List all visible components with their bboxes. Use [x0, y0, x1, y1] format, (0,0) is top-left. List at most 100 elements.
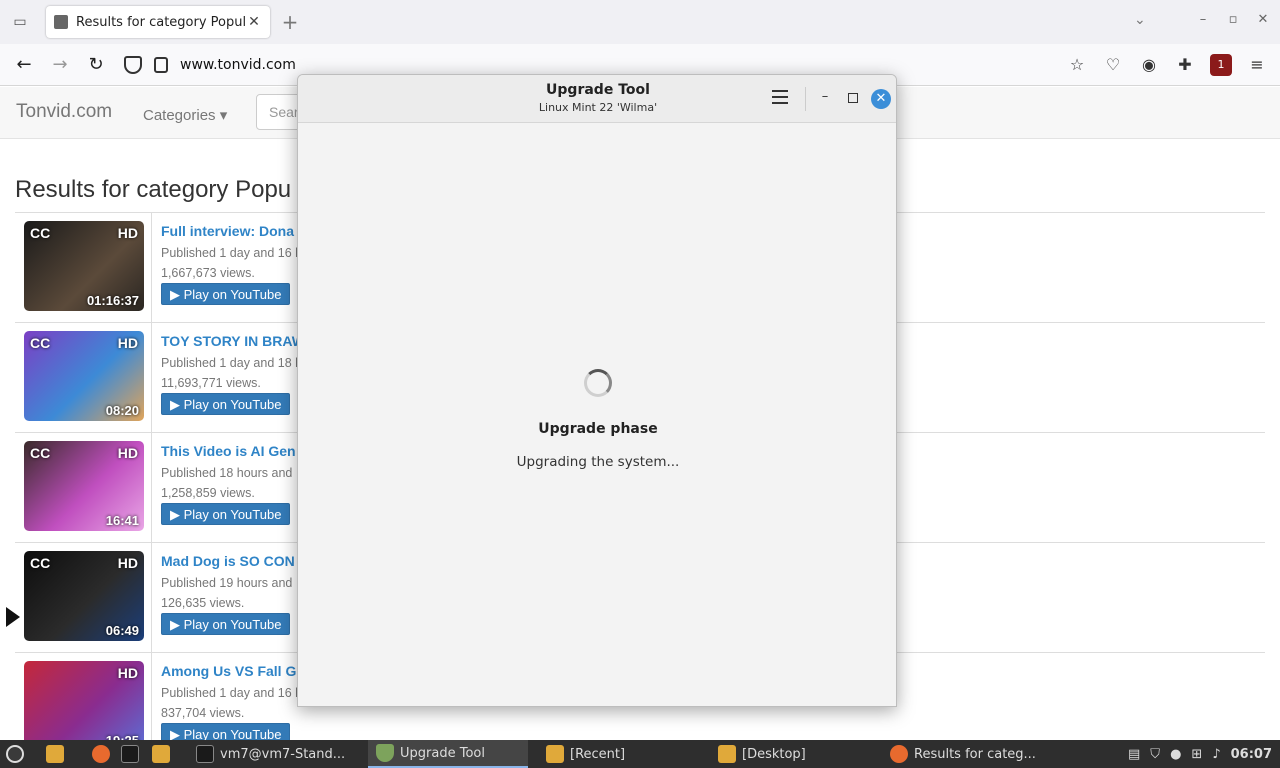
bookmark-star-icon[interactable]: ☆: [1066, 54, 1088, 76]
firefox-icon: [92, 745, 110, 763]
taskbar-terminal-window[interactable]: vm7@vm7-Stand...: [196, 740, 356, 768]
results-heading: Results for category Popu: [15, 176, 292, 203]
taskbar-recent-label: [Recent]: [570, 746, 626, 762]
play-on-youtube-button[interactable]: ▶ Play on YouTube: [161, 393, 291, 415]
taskbar-upgrade-tool-window[interactable]: Upgrade Tool: [368, 740, 528, 768]
loading-spinner-icon: [584, 369, 612, 397]
cc-badge: CC: [30, 555, 51, 571]
cc-badge: CC: [30, 335, 51, 351]
extensions-icon[interactable]: ✚: [1174, 54, 1196, 76]
browser-maximize-icon[interactable]: ▫: [1226, 12, 1240, 27]
site-info-lock-icon[interactable]: [154, 57, 168, 73]
video-duration: 01:16:37: [86, 293, 139, 308]
taskbar-recent-window[interactable]: [Recent]: [546, 740, 706, 768]
site-favicon-icon: [54, 15, 68, 29]
hd-badge: HD: [117, 445, 138, 461]
upgrade-shield-icon: [376, 744, 394, 762]
browser-window-controls: – ▫ ✕: [1196, 12, 1270, 27]
categories-dropdown[interactable]: Categories ▾: [143, 106, 227, 124]
system-tray: ▤ ⛉ ● ⊞ ♪ 06:07: [1128, 740, 1272, 768]
dialog-close-button[interactable]: ✕: [871, 89, 891, 109]
menu-icon[interactable]: ≡: [1246, 54, 1268, 76]
mouse-pointer-icon: [6, 607, 20, 627]
folder-icon: [546, 745, 564, 763]
taskbar-terminal-label: vm7@vm7-Stand...: [220, 746, 346, 762]
terminal-icon: [196, 745, 214, 763]
browser-minimize-icon[interactable]: –: [1196, 12, 1210, 27]
new-tab-button[interactable]: +: [278, 10, 302, 34]
cc-badge: CC: [30, 225, 51, 241]
dialog-maximize-button[interactable]: [848, 93, 858, 103]
taskbar-upgrade-label: Upgrade Tool: [400, 745, 485, 761]
browser-close-icon[interactable]: ✕: [1256, 12, 1270, 27]
hamburger-menu-icon[interactable]: [772, 90, 790, 106]
play-on-youtube-button[interactable]: ▶ Play on YouTube: [161, 613, 291, 635]
clipboard-icon[interactable]: ▤: [1128, 747, 1140, 762]
video-thumbnail[interactable]: CC HD 06:49: [24, 551, 144, 641]
update-shield-icon[interactable]: ⛉: [1150, 747, 1160, 762]
back-arrow-icon[interactable]: ←: [13, 54, 35, 76]
upgrade-tool-dialog: Upgrade Tool Linux Mint 22 'Wilma' – ✕ U…: [297, 74, 897, 707]
video-duration: 08:20: [105, 403, 139, 418]
taskbar-browser-window[interactable]: Results for categ...: [890, 740, 1060, 768]
browser-tabbar: ▭ Results for category Popula ✕ + ⌄ – ▫ …: [0, 0, 1280, 44]
volume-icon[interactable]: ♪: [1212, 747, 1220, 762]
tracking-protection-shield-icon[interactable]: [124, 56, 142, 74]
mint-menu-button[interactable]: [6, 740, 30, 768]
terminal-icon: [121, 745, 139, 763]
taskbar-desktop-window[interactable]: [Desktop]: [718, 740, 878, 768]
terminal-launcher[interactable]: [121, 740, 145, 768]
tab-title: Results for category Popula: [76, 14, 246, 30]
hd-badge: HD: [117, 335, 138, 351]
video-thumbnail[interactable]: CC HD 08:20: [24, 331, 144, 421]
hd-badge: HD: [117, 555, 138, 571]
video-duration: 06:49: [105, 623, 139, 638]
browser-toolbar-icons: ☆ ♡ ◉ ✚ 1 ≡: [1066, 54, 1268, 76]
pocket-icon[interactable]: ♡: [1102, 54, 1124, 76]
mint-logo-icon: [6, 745, 24, 763]
tab-overflow-chevron-icon[interactable]: ⌄: [1134, 12, 1146, 28]
video-thumbnail[interactable]: CC HD 16:41: [24, 441, 144, 531]
account-icon[interactable]: ◉: [1138, 54, 1160, 76]
cc-badge: CC: [30, 445, 51, 461]
clock[interactable]: 06:07: [1231, 747, 1272, 762]
thumbnail-cell: CC HD 06:49: [15, 543, 152, 653]
video-duration: 16:41: [105, 513, 139, 528]
network-icon[interactable]: ⊞: [1191, 747, 1202, 762]
dialog-minimize-button[interactable]: –: [818, 89, 832, 104]
files-launcher-2[interactable]: [152, 740, 176, 768]
taskbar: vm7@vm7-Stand... Upgrade Tool [Recent] […: [0, 740, 1280, 768]
play-on-youtube-button[interactable]: ▶ Play on YouTube: [161, 503, 291, 525]
site-brand[interactable]: Tonvid.com: [16, 101, 112, 123]
tab-close-icon[interactable]: ✕: [246, 14, 262, 30]
thumbnail-cell: CC HD 08:20: [15, 323, 152, 433]
taskbar-browser-label: Results for categ...: [914, 746, 1036, 762]
hd-badge: HD: [117, 225, 138, 241]
thumbnail-cell: CC HD 16:41: [15, 433, 152, 543]
dialog-header: Upgrade Tool Linux Mint 22 'Wilma' – ✕: [298, 75, 896, 123]
folder-icon: [718, 745, 736, 763]
reload-icon[interactable]: ↻: [85, 54, 107, 76]
video-thumbnail[interactable]: CC HD 01:16:37: [24, 221, 144, 311]
hd-badge: HD: [117, 665, 138, 681]
header-separator: [805, 87, 806, 111]
browser-tab-active[interactable]: Results for category Popula ✕: [46, 6, 270, 38]
phase-description: Upgrading the system...: [516, 454, 680, 470]
firefox-icon: [890, 745, 908, 763]
folder-icon: [152, 745, 170, 763]
video-thumbnail[interactable]: HD 19:25: [24, 661, 144, 751]
forward-arrow-icon[interactable]: →: [49, 54, 71, 76]
play-on-youtube-button[interactable]: ▶ Play on YouTube: [161, 283, 291, 305]
taskbar-desktop-label: [Desktop]: [742, 746, 806, 762]
url-text[interactable]: www.tonvid.com: [180, 57, 296, 73]
phase-title: Upgrade phase: [538, 421, 658, 437]
thumbnail-cell: CC HD 01:16:37: [15, 213, 152, 323]
dialog-title: Upgrade Tool: [546, 82, 650, 98]
tab-list-icon[interactable]: ▭: [10, 12, 30, 32]
dialog-subtitle: Linux Mint 22 'Wilma': [538, 101, 658, 114]
ublock-icon[interactable]: 1: [1210, 54, 1232, 76]
firefox-launcher[interactable]: [92, 740, 116, 768]
files-launcher[interactable]: [46, 740, 70, 768]
user-icon[interactable]: ●: [1170, 747, 1181, 762]
folder-icon: [46, 745, 64, 763]
